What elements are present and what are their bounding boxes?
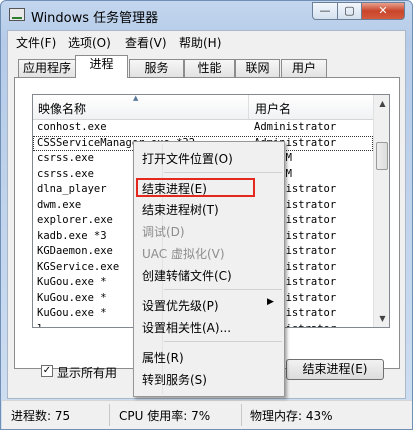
- table-row[interactable]: conhost.exe Administrator: [33, 120, 373, 136]
- tab-performance[interactable]: 性能: [184, 59, 235, 77]
- menu-view[interactable]: 查看(V): [125, 34, 167, 51]
- menu-options[interactable]: 选项(O): [68, 34, 111, 51]
- column-image-name[interactable]: 映像名称: [38, 100, 86, 117]
- menu-file[interactable]: 文件(F): [16, 34, 56, 51]
- ctx-set-priority[interactable]: 设置优先级(P): [142, 297, 219, 314]
- title-bar[interactable]: Windows 任务管理器 — ▢ ✕: [1, 1, 412, 29]
- column-user-name[interactable]: 用户名: [255, 100, 291, 117]
- close-button[interactable]: ✕: [361, 2, 405, 20]
- status-bar: 进程数: 75 CPU 使用率: 7% 物理内存: 43%: [2, 400, 412, 429]
- ctx-set-affinity[interactable]: 设置相关性(A)...: [142, 319, 231, 336]
- column-divider[interactable]: [248, 95, 249, 119]
- ctx-end-process-tree[interactable]: 结束进程树(T): [142, 201, 219, 218]
- menu-separator: [164, 172, 282, 173]
- process-image-name: kadb.exe *3: [37, 229, 107, 242]
- scroll-thumb[interactable]: [376, 142, 388, 170]
- process-image-name: KGDaemon.exe: [37, 245, 113, 257]
- status-process-count: 进程数: 75: [11, 409, 71, 423]
- status-divider: [241, 404, 242, 426]
- ctx-debug: 调试(D): [142, 225, 185, 239]
- status-cpu-usage: CPU 使用率: 7%: [119, 409, 211, 423]
- ctx-create-dump-file[interactable]: 创建转储文件(C): [142, 267, 232, 284]
- scroll-up-icon[interactable]: ▲: [374, 95, 389, 112]
- process-image-name: KuGou.exe *: [37, 276, 107, 288]
- ctx-end-process[interactable]: 结束进程(E): [142, 180, 207, 197]
- scroll-down-icon[interactable]: ▼: [374, 310, 389, 327]
- end-process-button[interactable]: 结束进程(E): [286, 359, 384, 380]
- process-image-name: KuGou.exe *: [37, 291, 107, 304]
- menu-help[interactable]: 帮助(H): [179, 34, 221, 51]
- process-image-name: KGService.exe: [37, 260, 120, 273]
- task-manager-window: Windows 任务管理器 — ▢ ✕ 文件(F) 选项(O) 查看(V) 帮助…: [0, 0, 413, 430]
- tab-users[interactable]: 用户: [281, 59, 327, 77]
- sort-ascending-icon: ▲: [133, 94, 139, 102]
- show-all-checkbox[interactable]: ✓: [41, 365, 53, 377]
- status-physical-memory: 物理内存: 43%: [250, 409, 333, 423]
- vertical-scrollbar[interactable]: ▲ ▼: [373, 95, 389, 327]
- menu-separator: [164, 341, 282, 342]
- window-title: Windows 任务管理器: [31, 11, 159, 26]
- context-menu: 打开文件位置(O) 结束进程(E) 结束进程树(T) 调试(D) UAC 虚拟化…: [133, 141, 285, 397]
- tab-services[interactable]: 服务: [129, 59, 184, 77]
- maximize-button[interactable]: ▢: [337, 2, 362, 20]
- process-image-name: KuGou.exe *: [37, 307, 107, 319]
- tab-applications[interactable]: 应用程序: [18, 59, 76, 77]
- ctx-go-to-service[interactable]: 转到服务(S): [142, 371, 207, 388]
- process-image-name: conhost.exe: [37, 121, 107, 133]
- ctx-uac-virtualization: UAC 虚拟化(V): [142, 247, 225, 261]
- process-user-name: Administrator: [254, 121, 337, 133]
- menu-bar: 文件(F) 选项(O) 查看(V) 帮助(H): [8, 31, 405, 51]
- list-header: ▲ 映像名称 用户名: [33, 95, 373, 120]
- ctx-open-file-location[interactable]: 打开文件位置(O): [142, 150, 233, 167]
- process-image-name: dwm.exe: [37, 198, 82, 211]
- process-image-name: l: [37, 323, 43, 328]
- task-manager-icon: [9, 8, 25, 21]
- tab-networking[interactable]: 联网: [235, 59, 280, 77]
- process-image-name: dlna_player: [37, 183, 107, 195]
- tab-strip: 应用程序 进程 服务 性能 联网 用户: [16, 55, 396, 78]
- menu-separator: [164, 289, 282, 290]
- submenu-arrow-icon: ▶: [267, 297, 274, 307]
- ctx-properties[interactable]: 属性(R): [142, 349, 184, 366]
- process-image-name: explorer.exe: [37, 214, 113, 226]
- tab-processes[interactable]: 进程: [75, 55, 128, 78]
- process-image-name: csrss.exe: [37, 167, 94, 180]
- status-divider: [109, 404, 110, 426]
- process-image-name: csrss.exe: [37, 152, 94, 164]
- show-all-label: 显示所有用: [57, 366, 118, 380]
- minimize-button[interactable]: —: [312, 2, 338, 20]
